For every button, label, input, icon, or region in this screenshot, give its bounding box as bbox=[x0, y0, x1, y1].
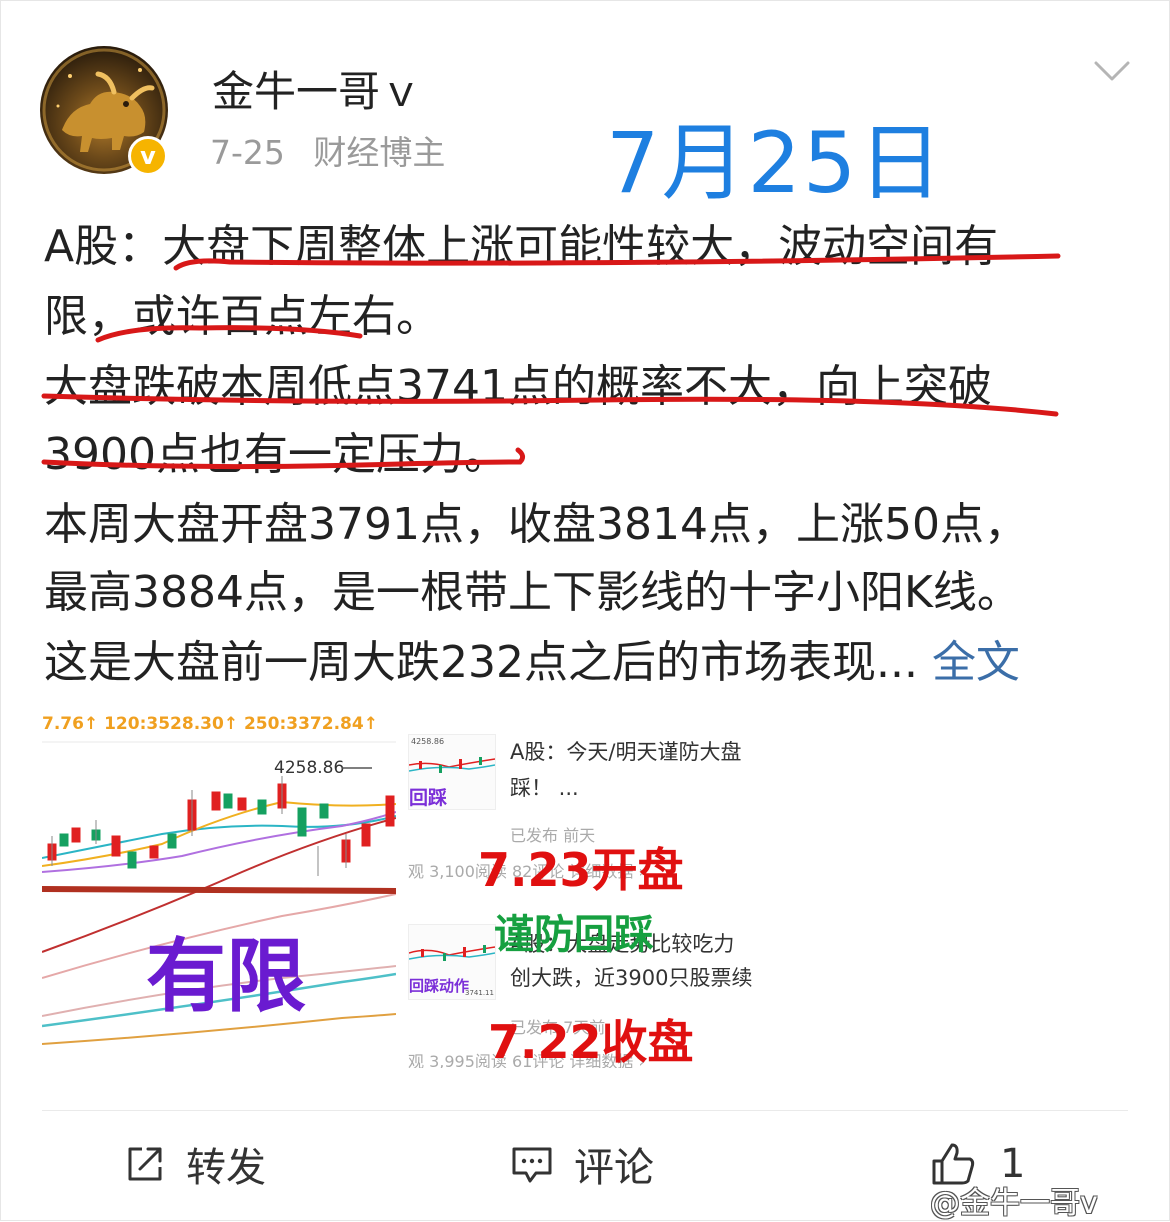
post-text-line: 大盘跌破本周低点3741点的概率不大，向上突破 bbox=[44, 361, 992, 412]
post-meta: 7-25 财经博主 bbox=[210, 126, 463, 174]
full-text-link[interactable]: 全文 bbox=[932, 637, 1020, 688]
article-title: A股：今天/明天谨防大盘 bbox=[510, 740, 742, 764]
action-bar-divider bbox=[42, 1110, 1128, 1111]
post-text-line: 限，或许百点左右。 bbox=[44, 291, 440, 342]
thumbnail-price: 4258.86 bbox=[411, 737, 445, 746]
chart-overlay-text: 有限 bbox=[146, 930, 306, 1023]
repost-label: 转发 bbox=[186, 1145, 266, 1191]
article-thumbnail: 回踩动作 3741.11 bbox=[408, 924, 496, 1000]
post-text-line: 3900点也有一定压力。 bbox=[44, 429, 508, 480]
article-title: 踩！ ... bbox=[510, 776, 579, 800]
post-text-line: 本周大盘开盘3791点，收盘3814点，上涨50点， bbox=[44, 499, 1028, 550]
post-text-tail: 这是大盘前一周大跌232点之后的市场表现... bbox=[44, 637, 932, 688]
repost-button[interactable]: 转发 bbox=[124, 1136, 266, 1192]
thumbnail-price: 3741.11 bbox=[465, 989, 494, 997]
verified-badge-icon: v bbox=[128, 136, 168, 176]
comment-button[interactable]: 评论 bbox=[510, 1136, 654, 1192]
article-thumbnail: 回踩 4258.86 bbox=[408, 734, 496, 810]
post-text-line: 这是大盘前一周大跌232点之后的市场表现... 全文 bbox=[44, 626, 1020, 690]
thumbnail-label: 回踩 bbox=[409, 787, 448, 809]
stock-chart-image: 7.76↑ 120:3528.30↑ 250:3372.84↑ 4258.86 bbox=[42, 716, 396, 1068]
comment-icon bbox=[512, 1147, 552, 1183]
article-title: 创大跌，近3900只股票续 bbox=[510, 966, 753, 990]
share-icon bbox=[128, 1147, 162, 1181]
post-date: 7-25 bbox=[210, 133, 285, 172]
handwritten-note-close: 7.22收盘 bbox=[488, 1015, 694, 1068]
handwritten-note-caution: 谨防回踩 bbox=[494, 912, 654, 958]
thumbnail-label: 回踩动作 bbox=[409, 977, 470, 995]
author-name[interactable]: 金牛一哥ｖ bbox=[212, 58, 422, 119]
post-text-line: A股：大盘下周整体上涨可能性较大，波动空间有 bbox=[44, 221, 999, 272]
article-list-screenshot: 回踩 4258.86 A股：今天/明天谨防大盘 踩！ ... 已发布 前天 观 … bbox=[408, 716, 764, 1068]
comment-label: 评论 bbox=[574, 1145, 654, 1191]
author-tag: 财经博主 bbox=[313, 133, 446, 172]
chevron-down-icon[interactable] bbox=[1094, 60, 1130, 82]
post-text-line: 最高3884点，是一根带上下影线的十字小阳K线。 bbox=[44, 567, 1021, 618]
weibo-watermark: @金牛一哥v bbox=[930, 1186, 1098, 1221]
post-image[interactable]: 7.76↑ 120:3528.30↑ 250:3372.84↑ 4258.86 bbox=[42, 716, 764, 1068]
handwritten-note-open: 7.23开盘 bbox=[478, 843, 684, 897]
date-annotation: 7月25日 bbox=[606, 114, 945, 212]
